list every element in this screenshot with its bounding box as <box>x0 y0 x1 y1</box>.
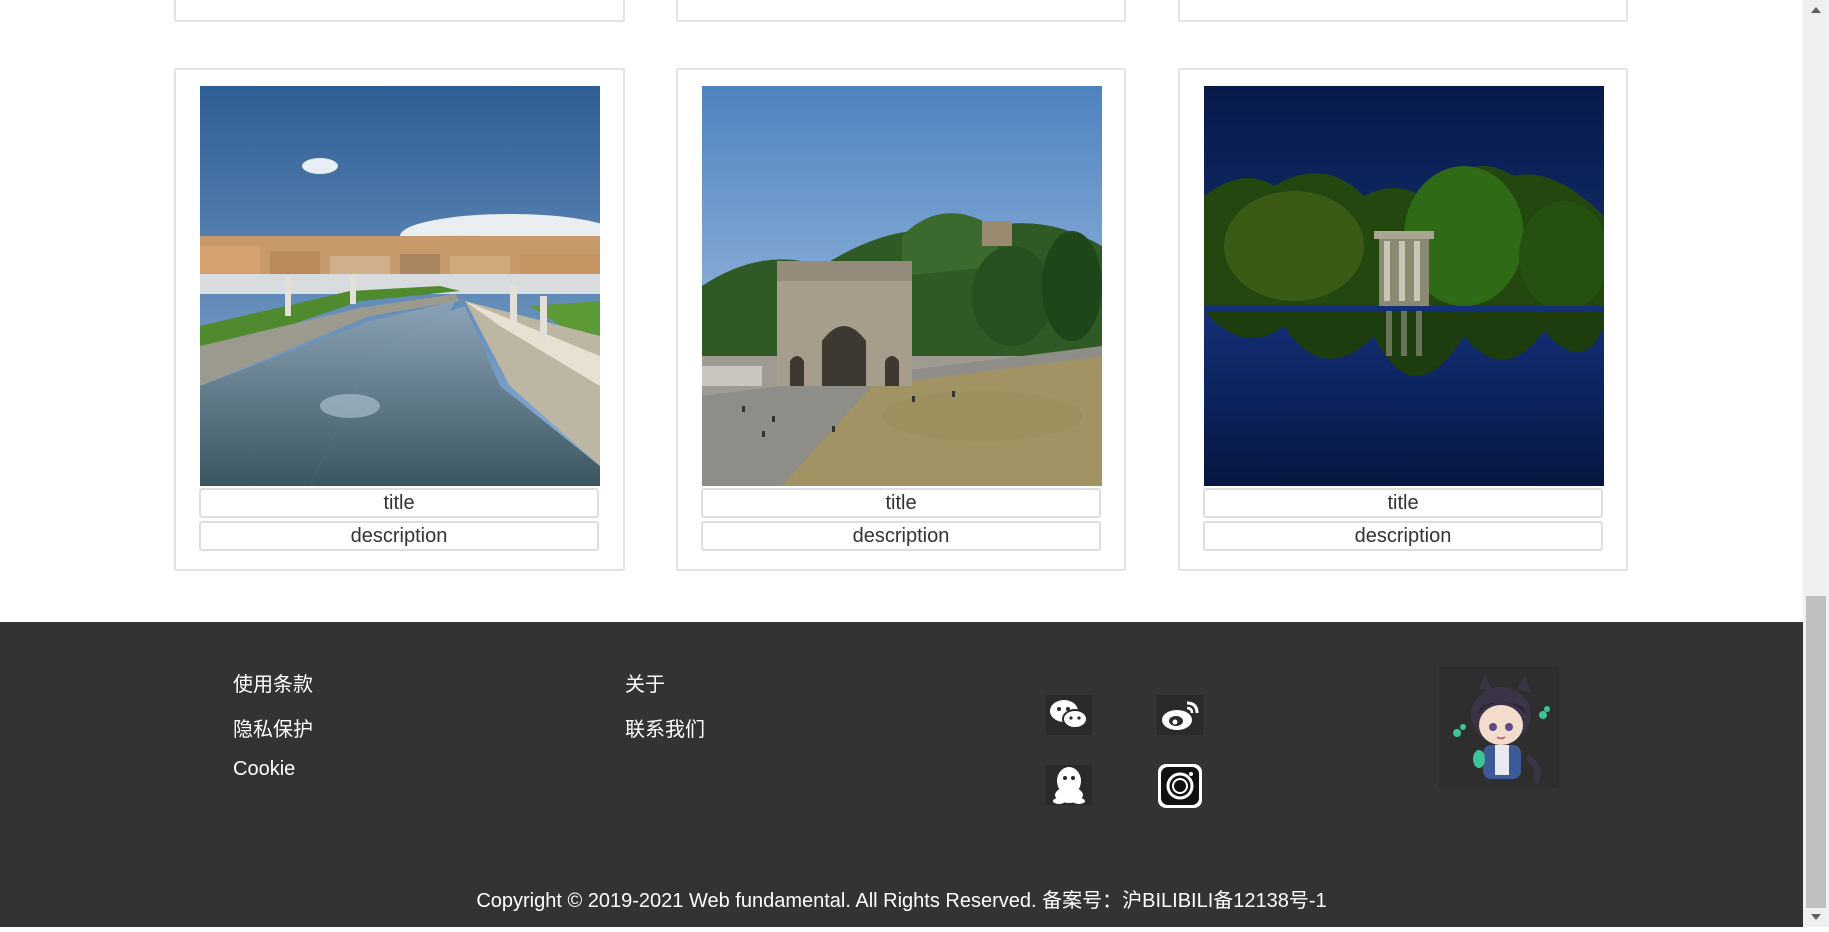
weibo-icon[interactable] <box>1157 695 1203 735</box>
card-title: title <box>701 488 1101 518</box>
qq-icon[interactable] <box>1046 765 1092 805</box>
scrollbar[interactable] <box>1803 0 1829 927</box>
avatar <box>1439 667 1559 788</box>
gallery-card-partial <box>676 0 1126 22</box>
gallery-card-partial <box>1178 0 1628 22</box>
card-description: description <box>701 521 1101 551</box>
lake-photo[interactable] <box>1204 86 1604 486</box>
gallery-card: title description <box>174 68 625 571</box>
footer-link-terms[interactable]: 使用条款 <box>233 668 313 697</box>
footer-link-about[interactable]: 关于 <box>625 668 665 697</box>
arch-photo[interactable] <box>702 86 1102 486</box>
scroll-down-icon[interactable] <box>1803 907 1829 927</box>
footer-link-cookie[interactable]: Cookie <box>233 758 295 781</box>
page: title description title description titl… <box>0 0 1803 927</box>
card-description: description <box>199 521 599 551</box>
wechat-icon[interactable] <box>1046 695 1092 735</box>
footer-link-contact[interactable]: 联系我们 <box>625 713 705 742</box>
copyright: Copyright © 2019-2021 Web fundamental. A… <box>476 890 1327 912</box>
instagram-icon[interactable] <box>1157 763 1203 808</box>
gallery-card: title description <box>1178 68 1628 571</box>
card-title: title <box>199 488 599 518</box>
gallery-card: title description <box>676 68 1126 571</box>
card-title: title <box>1203 488 1603 518</box>
canal-photo[interactable] <box>200 86 600 486</box>
footer: 使用条款 隐私保护 Cookie 关于 联系我们 Copyright © 201… <box>0 622 1803 927</box>
card-description: description <box>1203 521 1603 551</box>
gallery-card-partial <box>174 0 625 22</box>
copyright-text: Copyright © 2019-2021 Web fundamental. A… <box>0 884 1803 913</box>
scroll-up-icon[interactable] <box>1803 0 1829 20</box>
footer-link-privacy[interactable]: 隐私保护 <box>233 713 313 742</box>
scroll-thumb[interactable] <box>1806 596 1826 908</box>
